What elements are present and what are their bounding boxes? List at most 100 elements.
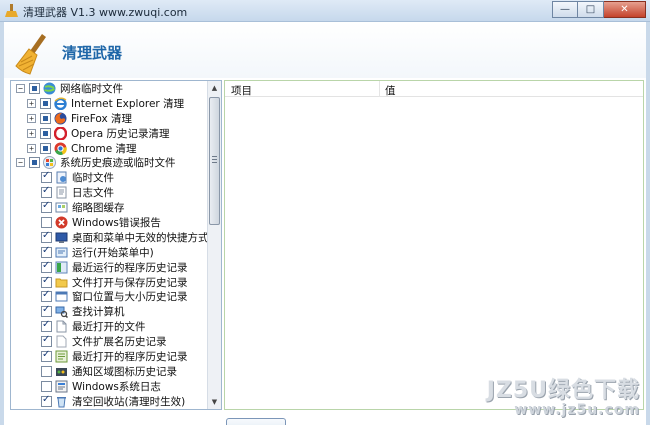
checkbox[interactable]: [29, 157, 40, 169]
tree-group[interactable]: + Chrome 清理: [11, 141, 208, 156]
checkbox[interactable]: [41, 185, 52, 199]
tree-item-label: 最近打开的文件: [72, 321, 146, 334]
tree-item[interactable]: 桌面和菜单中无效的快捷方式: [11, 230, 208, 245]
tree-item-label: Windows系统日志: [72, 380, 161, 393]
checkbox[interactable]: [41, 319, 52, 333]
checkbox[interactable]: [41, 170, 52, 184]
list-header: 项目 值: [225, 81, 643, 97]
window-title: 清理武器 V1.3 www.zwuqi.com: [23, 6, 188, 19]
checkbox[interactable]: [40, 97, 51, 109]
grip-icon: [212, 156, 217, 163]
tree-item[interactable]: 通知区域图标历史记录: [11, 364, 208, 379]
tree-scrollbar[interactable]: ▲ ▼: [207, 81, 221, 409]
tree-item[interactable]: 最近打开的文件: [11, 319, 208, 334]
checkbox[interactable]: [41, 394, 52, 407]
system-log-icon: [55, 380, 68, 393]
close-button[interactable]: ✕: [604, 1, 646, 18]
minimize-button[interactable]: —: [552, 1, 578, 18]
tree-group[interactable]: + FireFox 清理: [11, 111, 208, 126]
tree-group[interactable]: + Internet Explorer 清理: [11, 96, 208, 111]
result-list: 项目 值: [224, 80, 644, 410]
windows-icon: [43, 156, 56, 170]
tree-item[interactable]: 文件打开与保存历史记录: [11, 275, 208, 290]
checkbox[interactable]: [40, 142, 51, 154]
tree-item-label: 网络临时文件: [60, 82, 123, 95]
maximize-button[interactable]: □: [578, 1, 604, 18]
tree-item[interactable]: 窗口位置与大小历史记录: [11, 289, 208, 304]
checkbox[interactable]: [40, 112, 51, 124]
expand-icon[interactable]: +: [27, 113, 36, 123]
tree-item[interactable]: 最近打开的程序历史记录: [11, 349, 208, 364]
checkbox[interactable]: [41, 260, 52, 273]
tree-item-label: Internet Explorer 清理: [71, 97, 185, 110]
tree-item[interactable]: 日志文件: [11, 185, 208, 200]
tree-item-label: 桌面和菜单中无效的快捷方式: [72, 231, 208, 244]
tree-item[interactable]: 查找计算机: [11, 304, 208, 319]
checkbox[interactable]: [41, 230, 52, 243]
checkbox[interactable]: [41, 200, 52, 214]
collapse-icon[interactable]: −: [16, 83, 25, 93]
recent-programs-icon: [55, 261, 68, 274]
collapse-icon[interactable]: −: [16, 158, 25, 168]
chrome-icon: [54, 142, 67, 155]
tree-item[interactable]: 文件扩展名历史记录: [11, 334, 208, 349]
tree-item-label: 通知区域图标历史记录: [72, 365, 177, 378]
checkbox[interactable]: [41, 365, 52, 377]
expand-icon[interactable]: +: [27, 143, 36, 153]
tree-item-label: 最近运行的程序历史记录: [72, 261, 188, 274]
column-divider[interactable]: [379, 81, 380, 97]
checkbox[interactable]: [41, 380, 52, 392]
column-header-value[interactable]: 值: [385, 83, 396, 98]
scroll-down-icon[interactable]: ▼: [208, 395, 221, 409]
firefox-icon: [54, 112, 67, 125]
tree-item[interactable]: Windows系统日志: [11, 379, 208, 394]
app-icon: [5, 4, 18, 17]
checkbox[interactable]: [29, 82, 40, 94]
expand-icon[interactable]: +: [27, 98, 36, 108]
error-report-icon: [55, 216, 68, 229]
tree-item[interactable]: 清空回收站(清理时生效): [11, 394, 208, 409]
tree-item-label: 最近打开的程序历史记录: [72, 350, 188, 363]
tree-item-label: 缩略图缓存: [72, 202, 125, 215]
tree-item-label: Opera 历史记录清理: [71, 127, 170, 140]
tree-item[interactable]: 最近运行的程序历史记录: [11, 260, 208, 275]
tree-item-label: 日志文件: [72, 187, 114, 200]
tree-group[interactable]: − 网络临时文件: [11, 81, 208, 96]
checkbox[interactable]: [41, 334, 52, 348]
temp-file-icon: [56, 171, 67, 184]
tree-item-label: 文件扩展名历史记录: [72, 336, 167, 349]
tree-item-label: 临时文件: [72, 172, 114, 185]
tree-group[interactable]: − 系统历史痕迹或临时文件: [11, 155, 208, 170]
column-header-item[interactable]: 项目: [231, 83, 252, 98]
tree-item[interactable]: 运行(开始菜单中): [11, 245, 208, 260]
watermark-url: www.jz5u.com: [514, 402, 640, 418]
blank-file-icon: [56, 335, 67, 348]
expand-icon[interactable]: +: [27, 128, 36, 138]
checkbox[interactable]: [41, 304, 52, 318]
window-icon: [55, 291, 68, 302]
tree-item-label: 查找计算机: [72, 306, 125, 319]
title-bar: 清理武器 V1.3 www.zwuqi.com — □ ✕: [0, 0, 650, 22]
tree-item-label: Chrome 清理: [71, 142, 137, 155]
opera-icon: [54, 126, 67, 140]
tree-item[interactable]: 临时文件: [11, 170, 208, 185]
tree-item-label: 清空回收站(清理时生效): [72, 395, 186, 408]
run-icon: [55, 247, 68, 258]
broom-icon: [15, 34, 46, 75]
thumbnail-icon: [55, 202, 68, 213]
tree-item[interactable]: Windows错误报告: [11, 215, 208, 230]
checkbox[interactable]: [41, 349, 52, 362]
action-button[interactable]: [226, 418, 286, 425]
checkbox[interactable]: [41, 245, 52, 258]
tree-item[interactable]: 缩略图缓存: [11, 200, 208, 215]
scroll-up-icon[interactable]: ▲: [208, 81, 221, 95]
checkbox[interactable]: [41, 216, 52, 228]
checkbox[interactable]: [41, 275, 52, 288]
tree-group[interactable]: + Opera 历史记录清理: [11, 126, 208, 141]
checkbox[interactable]: [41, 289, 52, 303]
tree-item-label: Windows错误报告: [72, 216, 161, 229]
tree-item-label: 系统历史痕迹或临时文件: [60, 157, 176, 170]
ie-icon: [54, 97, 67, 110]
checkbox[interactable]: [40, 127, 51, 139]
scroll-thumb[interactable]: [209, 97, 220, 225]
